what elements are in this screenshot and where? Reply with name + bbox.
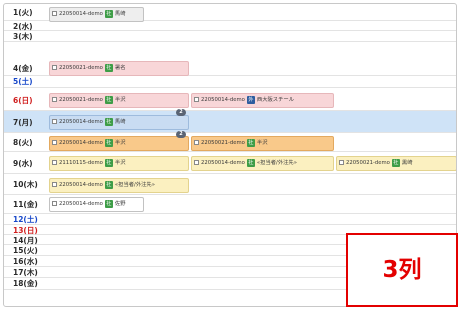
day-label: 6(日): [13, 96, 33, 105]
entry-checkbox[interactable]: [194, 96, 199, 102]
entry-person: 佐野: [114, 201, 126, 207]
entry-person: 署名: [114, 65, 126, 71]
entry-project: 22050014-demo: [59, 201, 103, 207]
day-row[interactable]: 12(土): [4, 214, 456, 225]
entry-badge: 社: [246, 138, 255, 147]
entry-checkbox[interactable]: [339, 159, 344, 165]
entry-checkbox[interactable]: [52, 181, 57, 187]
entry-project: 22050021-demo: [201, 140, 245, 146]
entry-project: 22050021-demo: [59, 65, 103, 71]
entry-person: «担当者/外注先»: [256, 160, 297, 166]
schedule-entry[interactable]: 22050021-demo 社半沢: [49, 93, 189, 108]
day-row[interactable]: 2(水): [4, 21, 456, 31]
entry-badge: 社: [391, 158, 400, 167]
day-label: 16(水): [13, 257, 38, 266]
day-label: 9(水): [13, 159, 33, 168]
day-label: 13(日): [13, 225, 38, 235]
schedule-entry[interactable]: 22050014-demo 社佐野: [49, 197, 144, 212]
entry-badge: 社: [104, 199, 113, 208]
entry-badge: 外: [246, 95, 255, 104]
entry-checkbox[interactable]: [194, 159, 199, 165]
entry-badge: 社: [104, 180, 113, 189]
entry-project: 22050014-demo: [59, 182, 103, 188]
schedule-entry[interactable]: 22050014-demo 社馬崎: [49, 115, 189, 130]
day-label: 18(金): [13, 279, 38, 288]
schedule-entry[interactable]: 22050014-demo 社馬崎: [49, 7, 144, 22]
schedule-entry[interactable]: 22050014-demo 社 «担当者/外注先»: [191, 156, 334, 171]
entry-person: 半沢: [114, 160, 126, 166]
entry-project: 22050021-demo: [346, 160, 390, 166]
day-label: 3(木): [13, 32, 33, 41]
schedule-entry[interactable]: 22050014-demo 社半沢: [49, 136, 189, 151]
entry-project: 22050014-demo: [59, 140, 103, 146]
column-count-annotation: 3列: [346, 233, 458, 307]
schedule-entry[interactable]: 22050014-demo 社 «担当者/外注先»: [49, 178, 189, 193]
entry-person: 馬崎: [114, 11, 126, 17]
day-label: 1(火): [13, 8, 33, 17]
entry-project: 22050021-demo: [59, 97, 103, 103]
entry-badge: 社: [104, 9, 113, 18]
entry-checkbox[interactable]: [52, 64, 57, 70]
entry-person: 黒崎: [401, 160, 413, 166]
day-label: 10(木): [13, 180, 38, 189]
entry-badge: 社: [104, 158, 113, 167]
day-label: 5(土): [13, 77, 33, 86]
entry-person: «担当者/外注先»: [114, 182, 155, 188]
entry-project: 22050014-demo: [59, 11, 103, 17]
day-label: 7(月): [13, 118, 33, 127]
entry-checkbox[interactable]: [52, 139, 57, 145]
day-row[interactable]: 3(木): [4, 31, 456, 42]
entry-project: 22050014-demo: [201, 160, 245, 166]
entry-badge: 社: [104, 138, 113, 147]
entry-project: 22050014-demo: [201, 97, 245, 103]
entry-checkbox[interactable]: [194, 139, 199, 145]
schedule-entry[interactable]: 22050021-demo 社署名: [49, 61, 189, 76]
schedule-entry[interactable]: 22050014-demo 外西大阪スチール: [191, 93, 334, 108]
entry-person: 西大阪スチール: [256, 97, 294, 103]
day-label: 12(土): [13, 215, 38, 224]
entry-checkbox[interactable]: [52, 200, 57, 206]
entry-person: 馬崎: [114, 119, 126, 125]
day-label: 15(火): [13, 246, 38, 255]
entry-project: 21110115-demo: [59, 160, 103, 166]
entry-badge: 社: [104, 117, 113, 126]
entry-badge: 社: [246, 158, 255, 167]
entry-badge: 社: [104, 63, 113, 72]
entry-project: 22050014-demo: [59, 119, 103, 125]
count-bubble[interactable]: 2: [176, 131, 186, 138]
entry-checkbox[interactable]: [52, 10, 57, 16]
day-row[interactable]: 5(土): [4, 76, 456, 88]
schedule-entry[interactable]: 21110115-demo 社半沢: [49, 156, 189, 171]
schedule-entry[interactable]: 22050021-demo 社黒崎: [336, 156, 456, 171]
count-bubble[interactable]: 2: [176, 109, 186, 116]
entry-badge: 社: [104, 95, 113, 104]
schedule-entry[interactable]: 22050021-demo 社半沢: [191, 136, 334, 151]
entry-person: 半沢: [256, 140, 268, 146]
entry-checkbox[interactable]: [52, 159, 57, 165]
day-label: 4(金): [13, 64, 33, 73]
entry-person: 半沢: [114, 97, 126, 103]
day-label: 8(火): [13, 138, 33, 147]
entry-person: 半沢: [114, 140, 126, 146]
entry-checkbox[interactable]: [52, 118, 57, 124]
day-label: 17(木): [13, 268, 38, 277]
day-label: 2(水): [13, 21, 33, 31]
entry-checkbox[interactable]: [52, 96, 57, 102]
day-label: 14(月): [13, 235, 38, 245]
day-label: 11(金): [13, 200, 38, 209]
